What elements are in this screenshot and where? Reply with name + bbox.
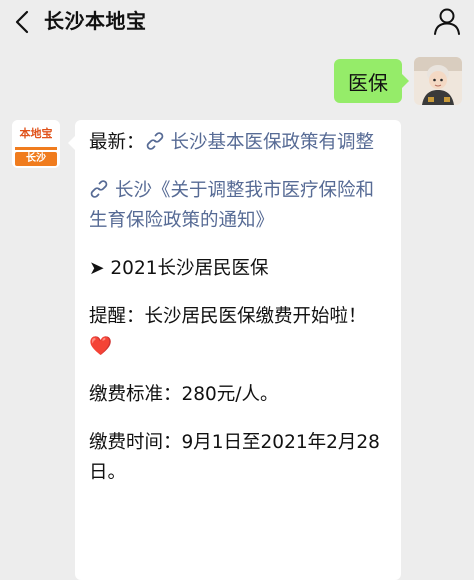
latest-label: 最新： — [89, 132, 145, 153]
fee-time-line: 缴费时间：9月1日至2021年2月28日。 — [89, 432, 380, 483]
user-avatar[interactable] — [414, 57, 462, 105]
section-title: 2021长沙居民医保 — [110, 258, 269, 279]
policy-notice-link[interactable]: 长沙《关于调整我市医疗保险和生育保险政策的通知》 — [89, 180, 374, 231]
account-avatar[interactable]: 本地宝 长沙 — [12, 120, 60, 168]
received-message-bubble[interactable]: 最新： 长沙基本医保政策有调整 长沙《关于调整我市医疗保险和生育保险政策的通知》… — [68, 120, 401, 580]
back-button[interactable] — [10, 9, 36, 35]
article-link-line: 长沙《关于调整我市医疗保险和生育保险政策的通知》 — [89, 176, 387, 236]
child-photo-avatar — [414, 57, 462, 105]
latest-update-line: 最新： 长沙基本医保政策有调整 — [89, 128, 387, 158]
section-heading-line: ➤ 2021长沙居民医保 — [89, 254, 387, 284]
avatar-logo-text: 本地宝 — [19, 127, 53, 140]
arrow-right-bullet-icon: ➤ — [89, 258, 105, 279]
chat-header: 长沙本地宝 — [0, 0, 474, 44]
avatar-city-text: 长沙 — [26, 153, 46, 164]
reminder-text: 提醒：长沙居民医保缴费开始啦！ — [89, 306, 367, 327]
mini-program-link-icon — [90, 180, 108, 198]
chevron-left-icon — [15, 10, 29, 34]
chat-title: 长沙本地宝 — [44, 9, 147, 33]
sent-message-text: 医保 — [348, 70, 388, 95]
person-icon — [434, 8, 460, 35]
fee-standard-line: 缴费标准：280元/人。 — [89, 384, 279, 405]
reminder-line: 提醒：长沙居民医保缴费开始啦！ ❤️ — [89, 302, 387, 362]
chat-info-button[interactable] — [432, 6, 462, 36]
latest-policy-link[interactable]: 长沙基本医保政策有调整 — [171, 132, 375, 153]
sent-message-row: 医保 — [262, 57, 462, 105]
sent-message-bubble[interactable]: 医保 — [334, 59, 409, 103]
heart-emoji-icon: ❤️ — [89, 336, 113, 357]
mini-program-link-icon — [146, 132, 163, 150]
